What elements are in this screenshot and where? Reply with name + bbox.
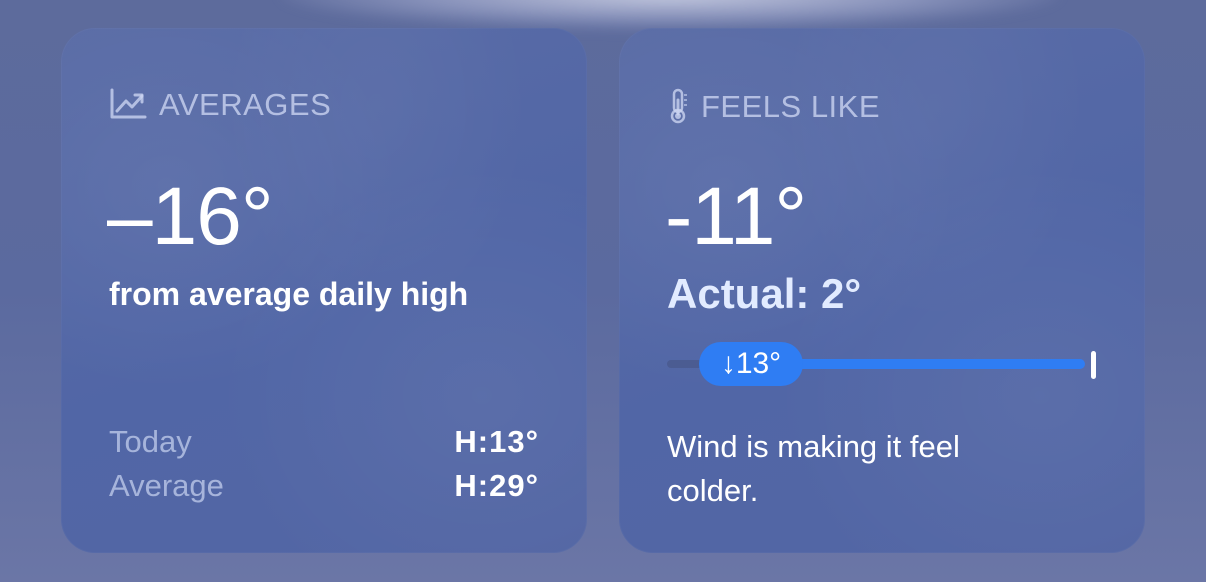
chart-line-icon	[109, 88, 147, 120]
feels-like-difference-badge: ↓13°	[699, 342, 803, 386]
feels-like-description: Wind is making it feel colder.	[667, 429, 960, 508]
averages-difference: –16°	[107, 171, 274, 262]
today-value: H:13°	[454, 424, 539, 459]
thermometer-icon	[667, 88, 689, 124]
averages-caption: from average daily high	[109, 276, 469, 312]
actual-temperature-marker	[1091, 351, 1096, 379]
feels-like-title: FEELS LIKE	[701, 88, 881, 124]
averages-title: AVERAGES	[159, 86, 332, 122]
today-row: Today H:13°	[109, 426, 539, 457]
feels-like-card[interactable]: FEELS LIKE -11° Actual: 2° ↓13° Wind is …	[619, 28, 1145, 553]
actual-temperature: Actual: 2°	[667, 270, 862, 317]
sky-cloud	[280, 0, 1060, 30]
average-label: Average	[109, 468, 224, 503]
average-value: H:29°	[454, 468, 539, 503]
averages-card[interactable]: AVERAGES –16° from average daily high To…	[61, 28, 587, 553]
averages-header: AVERAGES	[109, 88, 331, 120]
average-row: Average H:29°	[109, 470, 539, 501]
feels-like-temperature: -11°	[665, 171, 807, 262]
feels-like-header: FEELS LIKE	[667, 88, 880, 124]
today-label: Today	[109, 424, 192, 459]
